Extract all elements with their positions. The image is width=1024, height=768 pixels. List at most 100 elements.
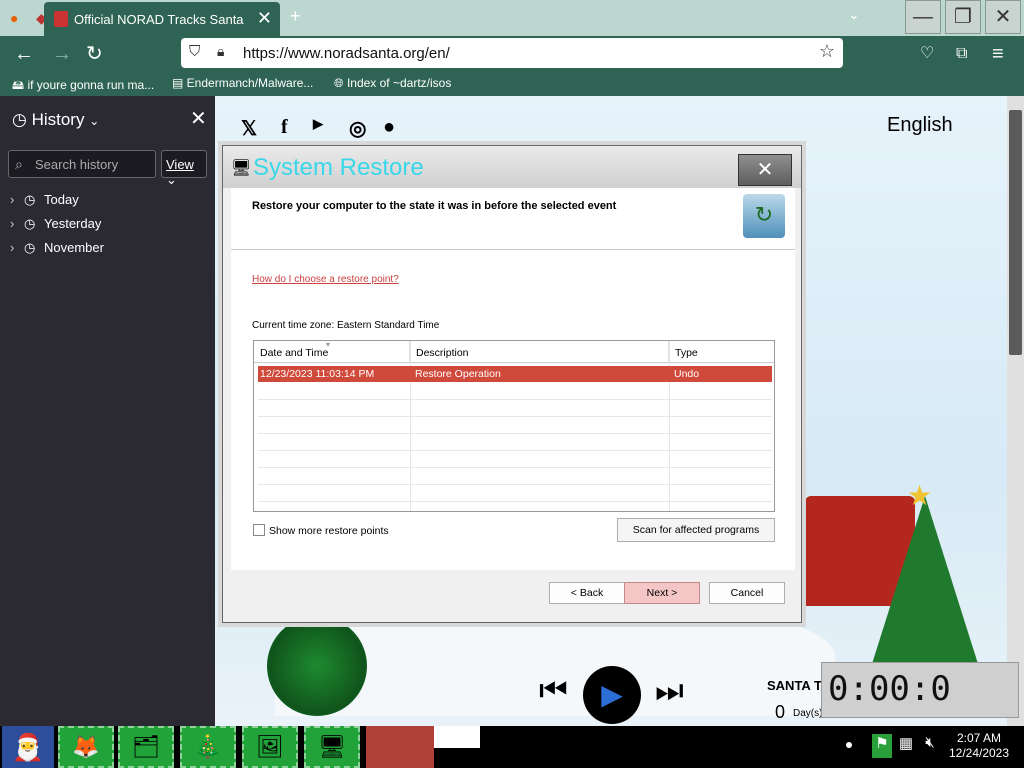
- bookmark-item[interactable]: ▤ Endermanch/Malware...: [172, 76, 313, 90]
- taskbar-firefox-icon[interactable]: 🦊: [58, 726, 114, 768]
- bookmarks-toolbar: 🖴 if youre gonna run ma... ▤ Endermanch/…: [0, 72, 1024, 96]
- cancel-button[interactable]: Cancel: [709, 582, 785, 604]
- url-text[interactable]: https://www.noradsanta.org/en/: [243, 45, 450, 62]
- volume-muted-icon[interactable]: 🔇︎: [920, 734, 940, 758]
- pocket-icon[interactable]: ♡: [920, 42, 934, 66]
- taskbar-tree-icon[interactable]: 🎄: [180, 726, 236, 768]
- app-menu-icon[interactable]: ≡: [992, 42, 1004, 66]
- row-description: Restore Operation: [415, 368, 501, 380]
- grid-line: [258, 467, 772, 468]
- grid-line: [258, 416, 772, 417]
- action-center-icon[interactable]: ⚑: [872, 734, 892, 758]
- previous-icon[interactable]: ⏮: [539, 672, 568, 710]
- taskbar-restore-icon[interactable]: 🖥: [304, 726, 360, 768]
- back-button[interactable]: < Back: [549, 582, 625, 604]
- grid-line: [258, 433, 772, 434]
- url-bar[interactable]: ⛉ 🔒︎ https://www.noradsanta.org/en/ ☆: [181, 38, 843, 68]
- sidebar-title: History: [31, 110, 85, 129]
- list-tabs-icon[interactable]: ⌄: [848, 6, 860, 23]
- countdown-widget: 0:00:0: [821, 662, 1019, 718]
- tab-norad[interactable]: Official NORAD Tracks Santa ✕: [44, 2, 280, 36]
- days-label: Day(s): [793, 708, 823, 719]
- tree-star-icon: ★: [907, 480, 933, 511]
- history-sidebar: ◷ History ⌄ ✕ ⌕ Search history View ⌄ › ◷…: [0, 96, 215, 726]
- column-header-date[interactable]: Date and Time ▾: [254, 341, 410, 363]
- x-icon[interactable]: 𝕏: [241, 116, 257, 141]
- restore-points-table[interactable]: Date and Time ▾ Description Type 12/23/2…: [253, 340, 775, 512]
- play-button[interactable]: ▶: [583, 666, 641, 724]
- dialog-body: How do I choose a restore point? Current…: [231, 250, 795, 570]
- clock-icon: ◷: [12, 110, 27, 129]
- taskbar-photo-icon[interactable]: 🖼: [242, 726, 298, 768]
- firefox-menu-icon[interactable]: ●: [10, 8, 18, 28]
- dialog-titlebar[interactable]: 🖥︎ System Restore ✕: [223, 146, 801, 188]
- row-type: Undo: [674, 368, 700, 380]
- minimize-button[interactable]: —: [905, 0, 941, 34]
- back-icon[interactable]: ←: [14, 42, 34, 66]
- days-value: 0: [775, 702, 786, 722]
- browser-titlebar: ● ◆ Official NORAD Tracks Santa ✕ + ⌄ — …: [0, 0, 1024, 36]
- show-more-checkbox[interactable]: Show more restore points: [253, 524, 389, 537]
- norad-favicon: [54, 11, 68, 27]
- close-window-button[interactable]: ✕: [985, 0, 1021, 34]
- tracker-label: SANTA T: [767, 678, 822, 693]
- lock-icon[interactable]: 🔒︎: [217, 43, 224, 60]
- new-tab-icon[interactable]: +: [290, 6, 301, 27]
- close-sidebar-icon[interactable]: ✕: [190, 106, 207, 131]
- taskbar-item[interactable]: [434, 726, 480, 748]
- close-tab-icon[interactable]: ✕: [257, 8, 272, 29]
- taskbar-explorer-icon[interactable]: 🗂: [118, 726, 174, 768]
- clock-date[interactable]: 12/24/2023: [946, 746, 1012, 760]
- checkbox-box[interactable]: [253, 524, 265, 536]
- notification-dot-icon: [846, 742, 852, 748]
- page-scrollbar-thumb[interactable]: [1009, 110, 1022, 355]
- search-history-input[interactable]: ⌕ Search history: [8, 150, 156, 178]
- instagram-icon[interactable]: ◎: [349, 116, 366, 141]
- sort-arrow-icon: ▾: [326, 340, 331, 349]
- column-header-description[interactable]: Description: [410, 341, 669, 363]
- reload-icon[interactable]: ↻: [86, 42, 103, 66]
- christmas-tree: [865, 496, 985, 686]
- grid-line: [258, 501, 772, 502]
- clock-icon: ◷: [24, 192, 36, 207]
- radar-widget[interactable]: [267, 616, 367, 716]
- restore-button[interactable]: ❐: [945, 0, 981, 34]
- radio-icon[interactable]: ●: [383, 116, 395, 139]
- timezone-label: Current time zone: Eastern Standard Time: [252, 320, 440, 331]
- column-header-type[interactable]: Type: [669, 341, 774, 363]
- next-track-icon[interactable]: ⏭: [655, 672, 684, 710]
- help-link[interactable]: How do I choose a restore point?: [252, 274, 399, 285]
- grid-line: [258, 450, 772, 451]
- tab-title: Official NORAD Tracks Santa: [74, 12, 244, 27]
- taskbar: 🎅 🦊 🗂 🎄 🖼 🖥: [0, 726, 1024, 768]
- sidebar-header[interactable]: ◷ History ⌄: [12, 110, 99, 130]
- next-button[interactable]: Next >: [624, 582, 700, 604]
- restore-computer-icon: ↻: [743, 194, 785, 238]
- grid-line: [258, 399, 772, 400]
- taskbar-item[interactable]: [366, 726, 434, 768]
- youtube-icon[interactable]: ▶: [313, 116, 323, 132]
- history-group-today[interactable]: › ◷ Today: [10, 192, 79, 208]
- chevron-right-icon: ›: [10, 240, 15, 255]
- clock-time[interactable]: 2:07 AM: [952, 731, 1006, 745]
- dialog-heading: Restore your computer to the state it wa…: [252, 200, 617, 212]
- forward-icon[interactable]: →: [52, 42, 72, 66]
- tracking-shield-icon[interactable]: ⛉: [189, 43, 200, 60]
- view-menu-button[interactable]: View ⌄: [161, 150, 207, 187]
- language-selector[interactable]: English: [887, 114, 953, 137]
- extensions-icon[interactable]: ⧉: [956, 42, 967, 66]
- facebook-icon[interactable]: f: [281, 116, 288, 139]
- bookmark-star-icon[interactable]: ☆: [819, 41, 835, 62]
- clock-icon: ◷: [24, 240, 36, 255]
- clock-icon: ◷: [24, 216, 36, 231]
- history-group-november[interactable]: › ◷ November: [10, 240, 104, 256]
- dialog-close-button[interactable]: ✕: [738, 154, 792, 186]
- network-icon[interactable]: ▦: [896, 734, 916, 758]
- chevron-right-icon: ›: [10, 192, 15, 207]
- table-row[interactable]: 12/23/2023 11:03:14 PM Restore Operation…: [258, 366, 772, 382]
- history-group-yesterday[interactable]: › ◷ Yesterday: [10, 216, 101, 232]
- bookmark-item[interactable]: 🌐︎ Index of ~dartz/isos: [334, 76, 451, 91]
- start-button[interactable]: 🎅: [2, 726, 54, 768]
- bookmark-item[interactable]: 🖴 if youre gonna run ma...: [12, 76, 154, 97]
- scan-affected-programs-button[interactable]: Scan for affected programs: [617, 518, 775, 542]
